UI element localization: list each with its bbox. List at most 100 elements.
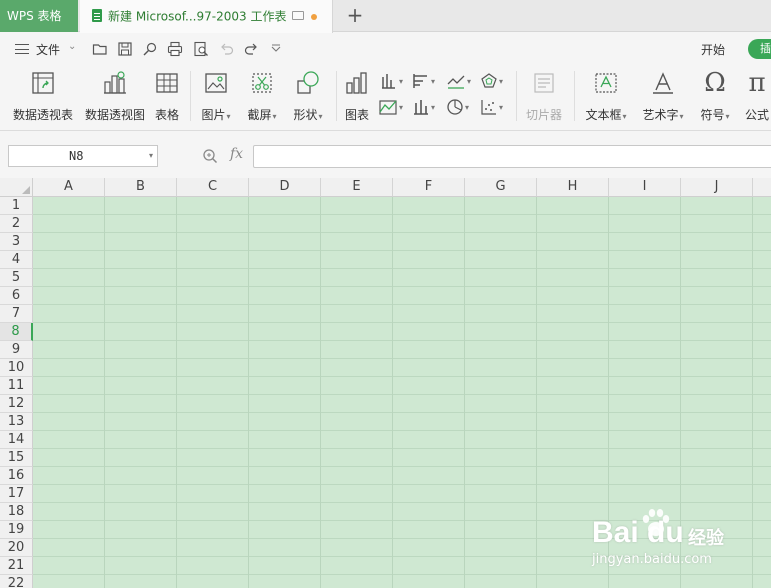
row-header[interactable]: 10 [0,359,33,377]
screenshot-icon [252,73,272,93]
row-header[interactable]: 11 [0,377,33,395]
chevron-down-icon[interactable]: ▾ [623,112,627,121]
wordart-button[interactable]: 艺术字▾ [638,69,688,125]
pie-chart-button[interactable]: ▾ [446,97,476,117]
chevron-down-icon[interactable]: ▾ [273,112,277,121]
chevron-down-icon[interactable]: ▾ [680,112,684,121]
print-icon[interactable] [167,41,183,57]
row-header[interactable]: 20 [0,539,33,557]
tab-home[interactable]: 开始 [701,41,725,58]
column-header[interactable]: F [393,178,465,197]
formula-input[interactable] [253,145,771,168]
scatter-chart-button[interactable]: ▾ [480,97,510,117]
row-header[interactable]: 6 [0,287,33,305]
row-header[interactable]: 16 [0,467,33,485]
unsaved-indicator [311,13,318,20]
picture-button[interactable]: 图片▾ [196,69,236,125]
menu-icon[interactable] [15,44,29,54]
search-icon[interactable] [142,41,158,57]
file-menu[interactable]: 文件 [36,41,60,58]
stock-chart-icon [414,100,428,115]
row-header[interactable]: 5 [0,269,33,287]
tab-insert[interactable]: 插 [748,39,771,59]
symbol-button[interactable]: Ω 符号▾ [694,68,736,125]
line-chart-button[interactable]: ▾ [446,71,476,91]
radar-chart-button[interactable]: ▾ [480,71,510,91]
area-chart-button[interactable]: ▾ [378,97,408,117]
monitor-icon[interactable] [292,11,305,20]
row-header[interactable]: 2 [0,215,33,233]
save-icon[interactable] [117,41,133,57]
column-header[interactable]: A [33,178,105,197]
row-header[interactable]: 19 [0,521,33,539]
column-chart-button[interactable]: ▾ [380,71,410,91]
slicer-icon [534,73,554,93]
row-header[interactable]: 15 [0,449,33,467]
fx-button[interactable]: fx [230,146,243,162]
column-header[interactable]: D [249,178,321,197]
row-header[interactable]: 18 [0,503,33,521]
pivot-table-button[interactable]: 数据透视表 [10,69,76,125]
chevron-down-icon[interactable]: ▾ [227,112,231,121]
new-tab-button[interactable]: + [343,4,367,28]
chevron-down-icon[interactable]: ▾ [149,146,153,166]
quick-access-bar: 文件 ⌄ 开始 插 [0,33,771,65]
column-header[interactable]: I [609,178,681,197]
screenshot-button[interactable]: 截屏▾ [242,69,282,125]
zoom-icon[interactable] [202,148,218,164]
row-header[interactable]: 22 [0,575,33,588]
bar-chart-button[interactable]: ▾ [412,71,442,91]
column-header[interactable]: G [465,178,537,197]
app-tab[interactable]: WPS 表格 [0,0,78,32]
row-header[interactable]: 1 [0,197,33,215]
redo-icon[interactable] [243,41,259,57]
chart-button[interactable]: 图表 [342,69,372,125]
symbol-label: 符号 [700,108,725,122]
name-box-value: N8 [69,149,84,163]
document-tab-title: 新建 Microsof...97-2003 工作表 [108,9,287,24]
row-header[interactable]: 7 [0,305,33,323]
document-tab[interactable]: 新建 Microsof...97-2003 工作表 [80,0,333,33]
radar-chart-icon [481,73,497,88]
paw-icon [642,509,670,536]
column-header-partial[interactable] [753,178,771,197]
row-header[interactable]: 21 [0,557,33,575]
column-header[interactable]: J [681,178,753,197]
tab-bar: WPS 表格 新建 Microsof...97-2003 工作表 + [0,0,771,33]
row-header[interactable]: 17 [0,485,33,503]
formula-bar: N8 ▾ fx [0,132,771,178]
chart-label: 图表 [344,108,369,122]
slicer-button[interactable]: 切片器 [522,69,566,125]
column-header[interactable]: B [105,178,177,197]
row-header[interactable]: 4 [0,251,33,269]
pivot-chart-button[interactable]: 数据透视图 [82,69,148,125]
row-header[interactable]: 14 [0,431,33,449]
print-preview-icon[interactable] [193,41,209,57]
textbox-button[interactable]: 文本框▾ [580,69,632,125]
formula-button[interactable]: π 公式 [742,68,771,125]
row-header[interactable]: 9 [0,341,33,359]
column-header[interactable]: C [177,178,249,197]
stock-chart-button[interactable]: ▾ [412,97,442,117]
spreadsheet-file-icon [92,9,102,22]
customize-toolbar-icon[interactable] [268,41,284,57]
name-box[interactable]: N8 ▾ [8,145,158,167]
row-header[interactable]: 8 [0,323,33,341]
pivot-table-label: 数据透视表 [12,108,73,122]
textbox-icon [595,73,617,93]
table-button[interactable]: 表格 [152,69,182,125]
column-header[interactable]: H [537,178,609,197]
chevron-down-icon[interactable]: ▾ [319,112,323,121]
picture-label: 图片 [201,108,226,122]
open-folder-icon[interactable] [92,41,108,57]
shapes-button[interactable]: 形状▾ [288,69,328,125]
undo-icon[interactable] [219,41,235,57]
row-header[interactable]: 3 [0,233,33,251]
pivot-chart-icon [104,71,126,94]
chevron-down-icon[interactable]: ▾ [726,112,730,121]
chevron-down-icon[interactable]: ⌄ [68,41,76,52]
row-header[interactable]: 13 [0,413,33,431]
column-header[interactable]: E [321,178,393,197]
select-all-button[interactable] [0,178,33,197]
row-header[interactable]: 12 [0,395,33,413]
